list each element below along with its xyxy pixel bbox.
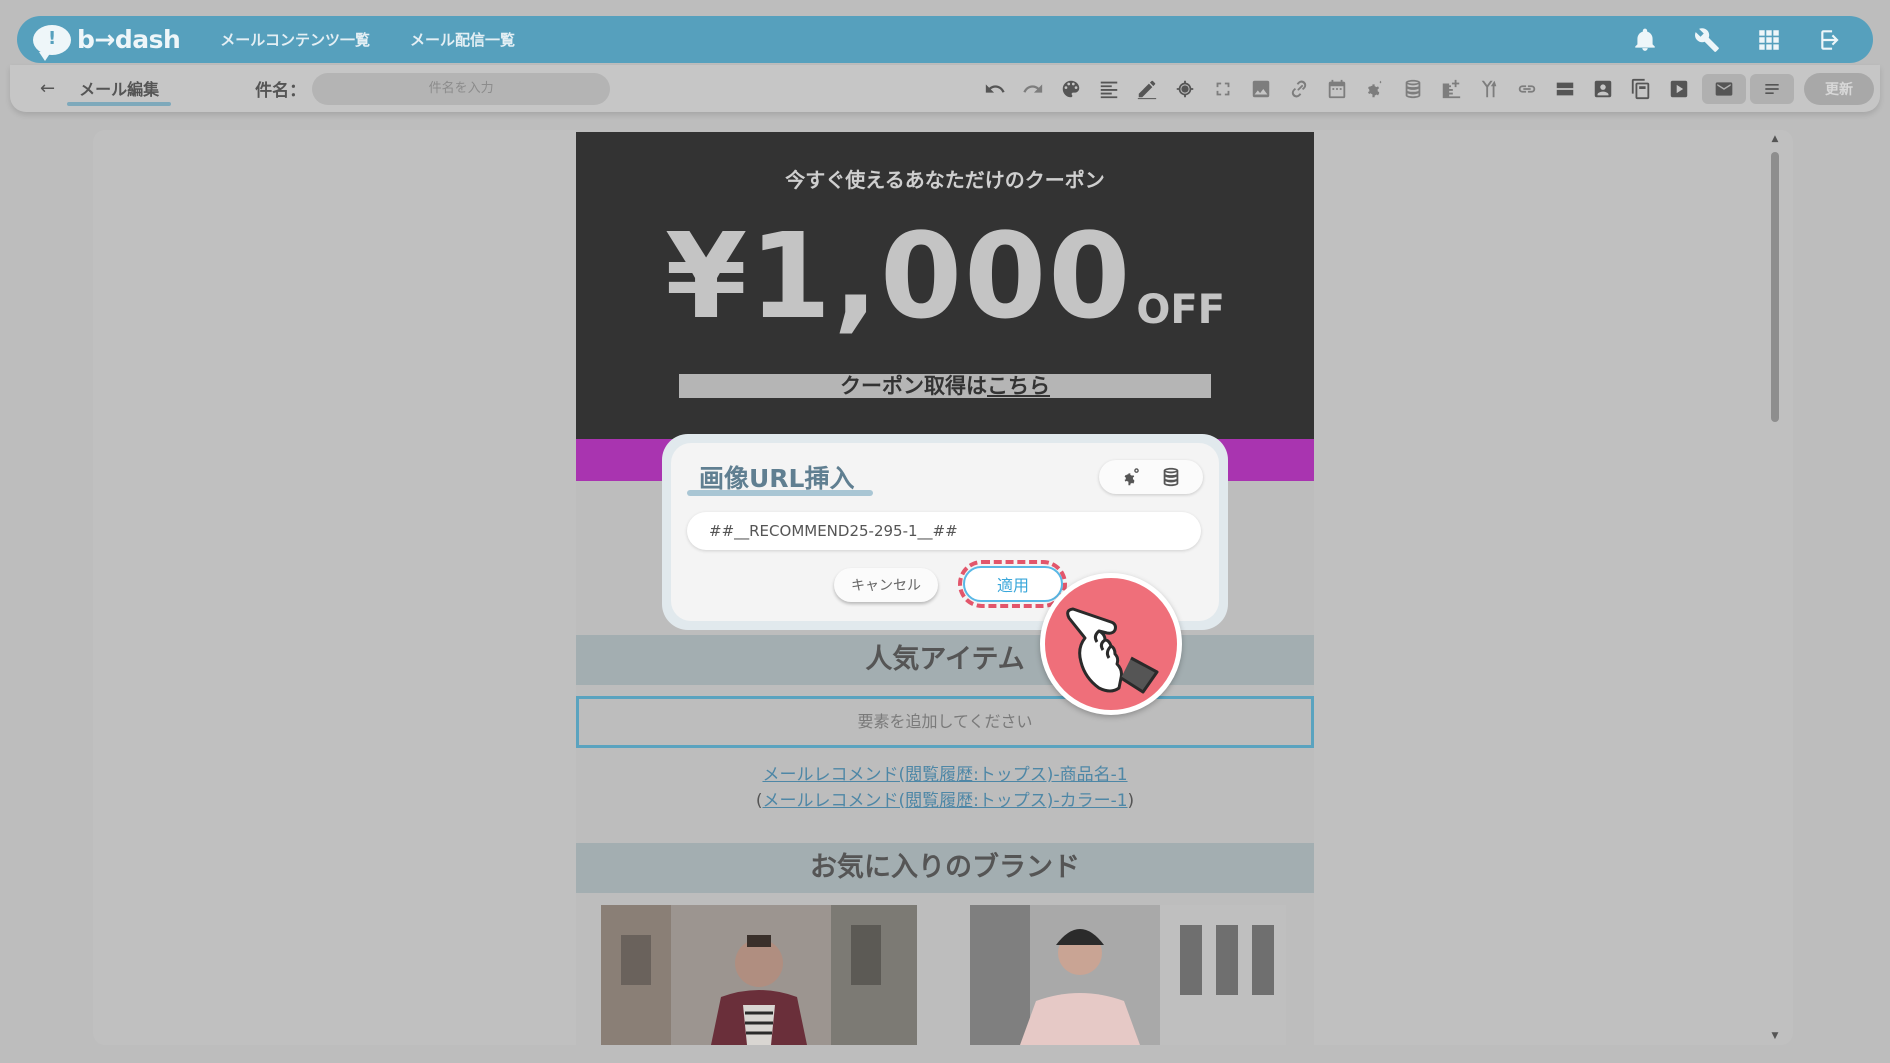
- recommend-product-name-link[interactable]: メールレコメンド(閲覧履歴:トップス)-商品名-1: [762, 765, 1127, 785]
- brand-image-2[interactable]: [970, 905, 1286, 1045]
- link-icon[interactable]: [1280, 74, 1318, 104]
- recommend-color-link[interactable]: メールレコメンド(閲覧履歴:トップス)-カラー-1: [762, 791, 1127, 811]
- coupon-link-bar: クーポン取得はこちら: [679, 374, 1211, 398]
- coupon-link[interactable]: こちら: [987, 374, 1050, 398]
- apply-button[interactable]: 適用: [963, 566, 1063, 602]
- play-video-icon[interactable]: [1660, 74, 1698, 104]
- gears-icon[interactable]: [1356, 74, 1394, 104]
- fullscreen-icon[interactable]: [1204, 74, 1242, 104]
- image-url-input[interactable]: [687, 512, 1201, 550]
- image-icon[interactable]: [1242, 74, 1280, 104]
- recommend-links: メールレコメンド(閲覧履歴:トップス)-商品名-1 (メールレコメンド(閲覧履歴…: [755, 765, 1135, 811]
- target-icon[interactable]: [1166, 74, 1204, 104]
- database-icon[interactable]: [1159, 465, 1183, 489]
- logo-text: b→dash: [77, 25, 181, 54]
- mail-view-icon[interactable]: [1702, 73, 1746, 104]
- edit-icon[interactable]: [1128, 74, 1166, 104]
- update-button[interactable]: 更新: [1804, 72, 1874, 105]
- text-align-icon[interactable]: [1090, 74, 1128, 104]
- palette-icon[interactable]: [1052, 74, 1090, 104]
- coupon-value: ¥1,000: [664, 207, 1133, 345]
- logout-icon[interactable]: [1817, 26, 1845, 54]
- dialog-title: 画像URL挿入: [699, 464, 855, 493]
- brand-image-1[interactable]: [601, 905, 917, 1045]
- scroll-thumb[interactable]: [1771, 152, 1779, 422]
- cancel-button[interactable]: キャンセル: [834, 568, 938, 602]
- layout-rows-icon[interactable]: [1546, 74, 1584, 104]
- favorite-brands-heading: お気に入りのブランド: [576, 843, 1314, 893]
- back-arrow-icon[interactable]: ←: [40, 78, 55, 99]
- scroll-down-icon[interactable]: ▼: [1769, 1031, 1781, 1041]
- editor-toolbar: ← メール編集 件名： 更新: [10, 65, 1880, 112]
- nav-mail-delivery-list[interactable]: メール配信一覧: [410, 29, 515, 50]
- gears-icon[interactable]: [1119, 465, 1143, 489]
- database-icon[interactable]: [1394, 74, 1432, 104]
- subject-label: 件名：: [255, 81, 307, 101]
- canvas-scrollbar[interactable]: ▲ ▼: [1769, 130, 1781, 1045]
- wrench-icon[interactable]: [1693, 26, 1721, 54]
- bell-icon[interactable]: [1631, 26, 1659, 54]
- dialog-tools: [1099, 460, 1203, 494]
- coupon-amount: ¥1,000 OFF: [576, 217, 1314, 335]
- redo-icon[interactable]: [1014, 74, 1052, 104]
- chain-link-icon[interactable]: [1508, 74, 1546, 104]
- coupon-off-label: OFF: [1136, 287, 1225, 333]
- coupon-link-prefix: クーポン取得は: [840, 374, 987, 398]
- popular-items-heading: 人気アイテム: [576, 635, 1314, 685]
- calendar-icon[interactable]: [1318, 74, 1356, 104]
- undo-icon[interactable]: [976, 74, 1014, 104]
- subject-input[interactable]: [312, 72, 611, 105]
- coupon-lead-text: 今すぐ使えるあなただけのクーポン: [785, 168, 1105, 192]
- branch-icon[interactable]: [1470, 74, 1508, 104]
- top-header: ! b→dash メールコンテンツ一覧 メール配信一覧: [17, 16, 1873, 63]
- scroll-up-icon[interactable]: ▲: [1769, 134, 1781, 144]
- breadcrumb-mail-edit[interactable]: メール編集: [67, 76, 172, 106]
- profile-card-icon[interactable]: [1584, 74, 1622, 104]
- add-element-dropzone[interactable]: 要素を追加してください: [576, 696, 1314, 748]
- logo-bubble-icon: !: [33, 24, 71, 61]
- nav-mail-content-list[interactable]: メールコンテンツ一覧: [220, 29, 370, 50]
- coupon-block[interactable]: 今すぐ使えるあなただけのクーポン ¥1,000 OFF クーポン取得はこちら: [576, 132, 1314, 439]
- insert-element-icon[interactable]: [1432, 74, 1470, 104]
- list-view-icon[interactable]: [1750, 73, 1794, 104]
- pointing-hand-icon: [1040, 573, 1182, 715]
- copy-block-icon[interactable]: [1622, 74, 1660, 104]
- grid-icon[interactable]: [1755, 26, 1783, 54]
- bdash-logo[interactable]: ! b→dash: [33, 24, 181, 61]
